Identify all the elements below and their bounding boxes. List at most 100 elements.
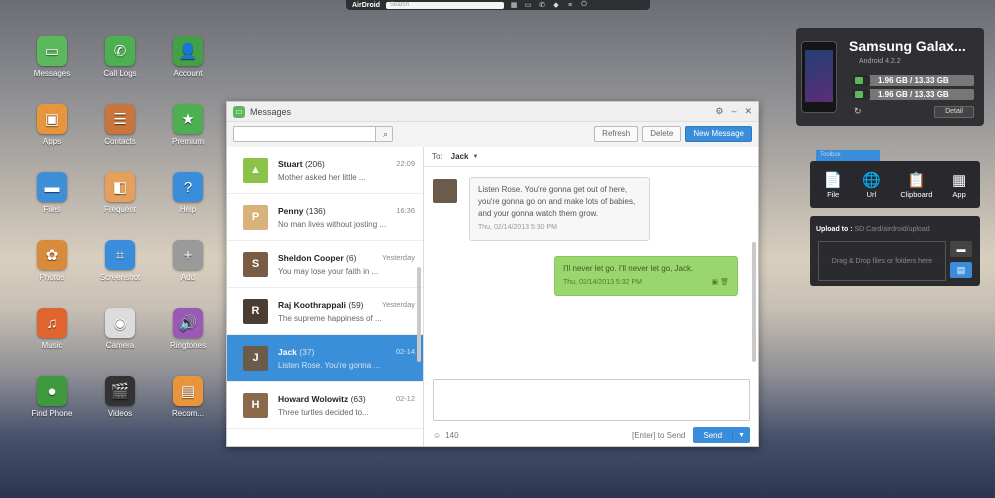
upload-panel: Upload to : SD Card/airdroid/upload Drag… [810, 216, 980, 286]
incoming-message-text: Listen Rose. You're gonna get out of her… [478, 185, 636, 218]
message-search-input[interactable] [234, 127, 375, 141]
desktop-icon-recom[interactable]: ▤ Recom... [158, 376, 218, 418]
desktop-icon-find-phone[interactable]: ● Find Phone [22, 376, 82, 418]
tool-clipboard[interactable]: 📋 Clipboard [900, 171, 932, 199]
apps-icon: ▣ [37, 104, 67, 134]
thread-count: (6) [346, 252, 357, 263]
chevron-down-icon[interactable]: ▼ [732, 431, 750, 439]
thread-preview: No man lives without josting ... [278, 219, 387, 229]
thread-item[interactable]: S Sheldon Cooper (6) Yesterday You may l… [227, 241, 423, 288]
save-icon[interactable]: ▣ [712, 279, 719, 286]
recipient-name[interactable]: Jack [451, 152, 469, 161]
search-icon[interactable]: ⌕ [375, 127, 392, 141]
desktop-icon-label: Premium [171, 137, 204, 146]
trash-icon[interactable]: 🗑 [720, 279, 729, 286]
desktop-icon-ringtones[interactable]: 🔊 Ringtones [158, 308, 218, 350]
storage-internal-text: 1.96 GB / 13.33 GB [878, 76, 949, 85]
tool-label: Clipboard [900, 189, 933, 199]
thread-list-scrollbar[interactable] [417, 267, 421, 362]
power-icon[interactable]: ⏻ [580, 1, 588, 9]
desktop-icon-camera[interactable]: ◉ Camera [90, 308, 150, 350]
screen-icon[interactable]: ▭ [524, 2, 532, 9]
tool-url[interactable]: 🌐 Url [862, 171, 881, 199]
thread-preview: The supreme happiness of ... [278, 313, 382, 323]
desktop-icon-help[interactable]: ? Help [158, 172, 218, 214]
messages-app-icon: ▭ [233, 105, 245, 118]
delete-button[interactable]: Delete [642, 126, 682, 142]
new-message-button[interactable]: New Message [685, 126, 752, 142]
speaker-icon: 🔊 [173, 308, 203, 338]
menu-icon[interactable]: ≡ [566, 2, 574, 9]
settings-icon[interactable]: ⚙ [715, 106, 723, 117]
upload-folder-icon[interactable]: ▬ [950, 241, 972, 257]
desktop-icon-screenshot[interactable]: ⌗ Screenshot [90, 240, 150, 282]
detail-button[interactable]: Detail [934, 106, 974, 118]
avatar: H [243, 392, 268, 418]
emoji-icon[interactable]: ☺ [433, 431, 441, 440]
desktop-icon-apps[interactable]: ▣ Apps [22, 104, 82, 146]
clipboard-icon: 📋 [907, 171, 926, 189]
window-toolbar: ⌕ Refresh Delete New Message [227, 122, 758, 146]
tool-file[interactable]: 📄 File [824, 171, 843, 199]
messages-window: ▭ Messages ⚙ – ✕ ⌕ Refresh Delete New Me… [226, 101, 759, 447]
desktop-icon-premium[interactable]: ★ Premium [158, 104, 218, 146]
grid-icon[interactable]: ▦ [510, 2, 518, 9]
tool-app[interactable]: ▦ App [952, 171, 966, 199]
desktop-icon-music[interactable]: ♫ Music [22, 308, 82, 350]
chevron-down-icon[interactable]: ▼ [472, 154, 478, 160]
desktop-icon-videos[interactable]: 🎬 Videos [90, 376, 150, 418]
crop-icon: ⌗ [105, 240, 135, 270]
thread-item[interactable]: H Howard Wolowitz (63) 02-12 Three turtl… [227, 382, 423, 429]
thread-preview: Three turtles decided to... [278, 407, 369, 417]
thread-item[interactable]: ▲ Stuart (206) 22:09 Mother asked her li… [227, 147, 423, 194]
desktop-icon-account[interactable]: 👤 Account [158, 36, 218, 78]
thread-preview: Listen Rose. You're gonna ... [278, 360, 381, 370]
desktop-icon-messages[interactable]: ▭ Messages [22, 36, 82, 78]
thread-time: 16:36 [396, 205, 415, 215]
desktop-icon-label: Videos [107, 409, 133, 418]
thread-item[interactable]: P Penny (136) 16:36 No man lives without… [227, 194, 423, 241]
minimize-icon[interactable]: – [731, 106, 736, 117]
send-button[interactable]: Send ▼ [693, 427, 750, 443]
avatar: ▲ [243, 157, 268, 183]
device-panel: Samsung Galax... Android 4.2.2 1.96 GB /… [796, 28, 984, 126]
thread-count: (136) [305, 205, 326, 216]
thread-name: Jack [278, 346, 297, 357]
bell-icon[interactable]: ◆ [552, 2, 560, 9]
message-search[interactable]: ⌕ [233, 126, 393, 142]
desktop-icon-add[interactable]: + Add [158, 240, 218, 282]
refresh-icon[interactable]: ↻ [854, 106, 862, 117]
desktop-icon-label: Contacts [104, 137, 136, 146]
upload-file-icon[interactable]: ▤ [950, 262, 972, 278]
compose-textarea[interactable] [433, 379, 750, 421]
close-icon[interactable]: ✕ [744, 106, 752, 117]
desktop-icon-files[interactable]: ▬ Files [22, 172, 82, 214]
star-icon: ★ [173, 104, 203, 134]
top-search-input[interactable]: Search [386, 1, 504, 9]
window-titlebar[interactable]: ▭ Messages ⚙ – ✕ [227, 102, 758, 122]
desktop-icon-call-logs[interactable]: ✆ Call Logs [90, 36, 150, 78]
avatar: P [243, 204, 268, 230]
desktop-icon-contacts[interactable]: ☰ Contacts [90, 104, 150, 146]
thread-list: ▲ Stuart (206) 22:09 Mother asked her li… [227, 147, 424, 446]
toolbox-tab[interactable]: Toolbox [816, 150, 880, 161]
thread-name: Stuart [278, 158, 303, 169]
to-label: To: [432, 152, 443, 161]
storage-bar-sd: 1.96 GB / 13.33 GB [852, 89, 974, 100]
desktop-icon-frequent[interactable]: ◧ Frequent [90, 172, 150, 214]
refresh-button[interactable]: Refresh [594, 126, 639, 142]
desktop-icon-photos[interactable]: ✿ Photos [22, 240, 82, 282]
conversation-scrollbar[interactable] [752, 242, 756, 362]
thread-item[interactable]: R Raj Koothrappali (59) Yesterday The su… [227, 288, 423, 335]
window-title: Messages [250, 106, 292, 117]
music-icon: ♫ [37, 308, 67, 338]
drop-zone[interactable]: Drag & Drop files or folders here [818, 241, 946, 281]
toolbox-panel: Toolbox 📄 File 🌐 Url 📋 Clipboard ▦ App Upload t… [810, 150, 980, 286]
thread-item[interactable]: J Jack (37) 02-14 Listen Rose. You're go… [227, 335, 423, 382]
upload-path[interactable]: SD Card/airdroid/upload [855, 226, 930, 233]
conversation-pane: To: Jack ▼ Listen Rose. You're gonna get… [424, 147, 758, 446]
add-icon: + [173, 240, 203, 270]
outgoing-message: I'll never let go. I'll never let go, Ja… [554, 256, 738, 296]
call-icon[interactable]: ✆ [538, 2, 546, 9]
thread-preview: Mother asked her little ... [278, 172, 366, 182]
